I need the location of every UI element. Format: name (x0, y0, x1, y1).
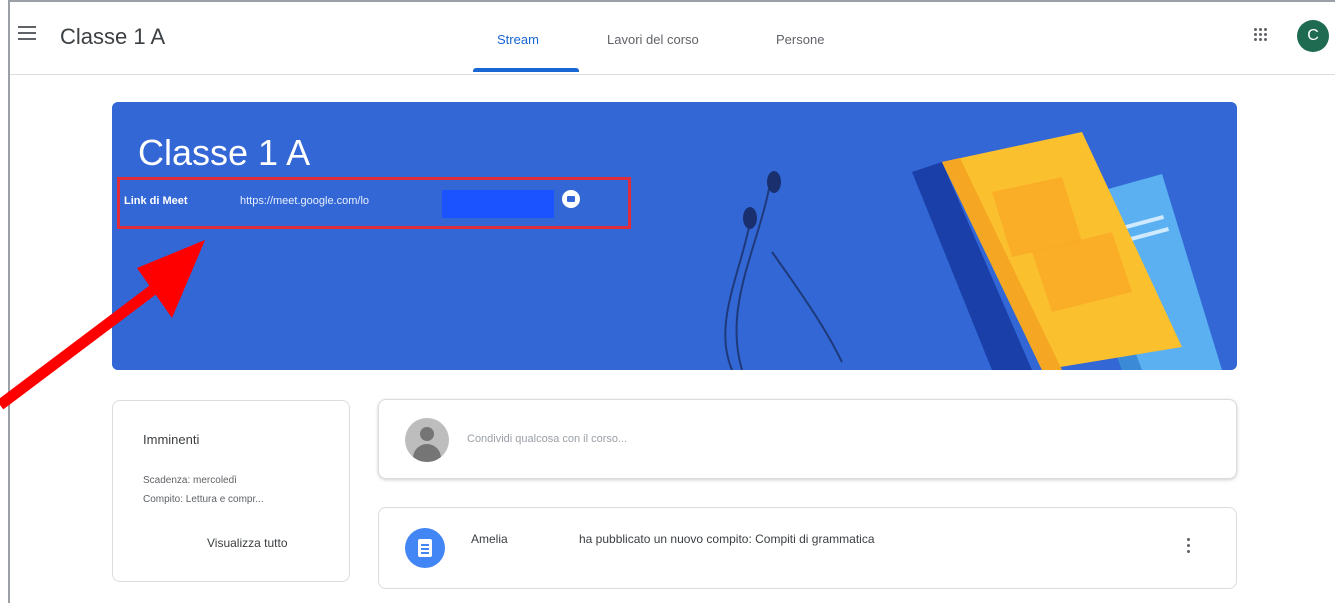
more-vert-icon[interactable] (1187, 538, 1191, 558)
banner-title: Classe 1 A (138, 132, 311, 173)
post-text[interactable]: ha pubblicato un nuovo compito: Compiti … (579, 532, 875, 546)
class-banner: Classe 1 A Link di Meet https://meet.goo… (112, 102, 1237, 370)
post-author: Amelia (471, 532, 508, 546)
apps-icon[interactable] (1254, 28, 1268, 42)
menu-icon[interactable] (18, 26, 36, 42)
assignment-icon (405, 528, 445, 568)
account-avatar[interactable]: C (1297, 20, 1329, 52)
upcoming-title: Imminenti (143, 432, 200, 447)
view-all-link[interactable]: Visualizza tutto (207, 536, 288, 550)
redacted-area (442, 190, 554, 218)
upcoming-task[interactable]: Compito: Lettura e compr... (143, 494, 264, 505)
meet-icon[interactable] (562, 190, 580, 208)
meet-link-label: Link di Meet (124, 195, 188, 207)
class-title[interactable]: Classe 1 A (60, 24, 165, 50)
upcoming-card: Imminenti Scadenza: mercoledì Compito: L… (112, 400, 350, 582)
tab-stream[interactable]: Stream (497, 32, 539, 47)
share-input-card[interactable]: Condividi qualcosa con il corso... (378, 399, 1237, 479)
upcoming-due[interactable]: Scadenza: mercoledì (143, 475, 237, 486)
banner-illustration (724, 132, 1222, 370)
stream-post[interactable]: Amelia ha pubblicato un nuovo compito: C… (378, 507, 1237, 589)
meet-link-url[interactable]: https://meet.google.com/lo (240, 195, 369, 207)
tab-people[interactable]: Persone (776, 32, 824, 47)
active-tab-indicator (473, 68, 579, 72)
tab-classwork[interactable]: Lavori del corso (607, 32, 699, 47)
avatar-placeholder-icon (405, 418, 449, 462)
top-bar: Classe 1 A Stream Lavori del corso Perso… (10, 2, 1335, 75)
share-placeholder[interactable]: Condividi qualcosa con il corso... (467, 433, 627, 445)
